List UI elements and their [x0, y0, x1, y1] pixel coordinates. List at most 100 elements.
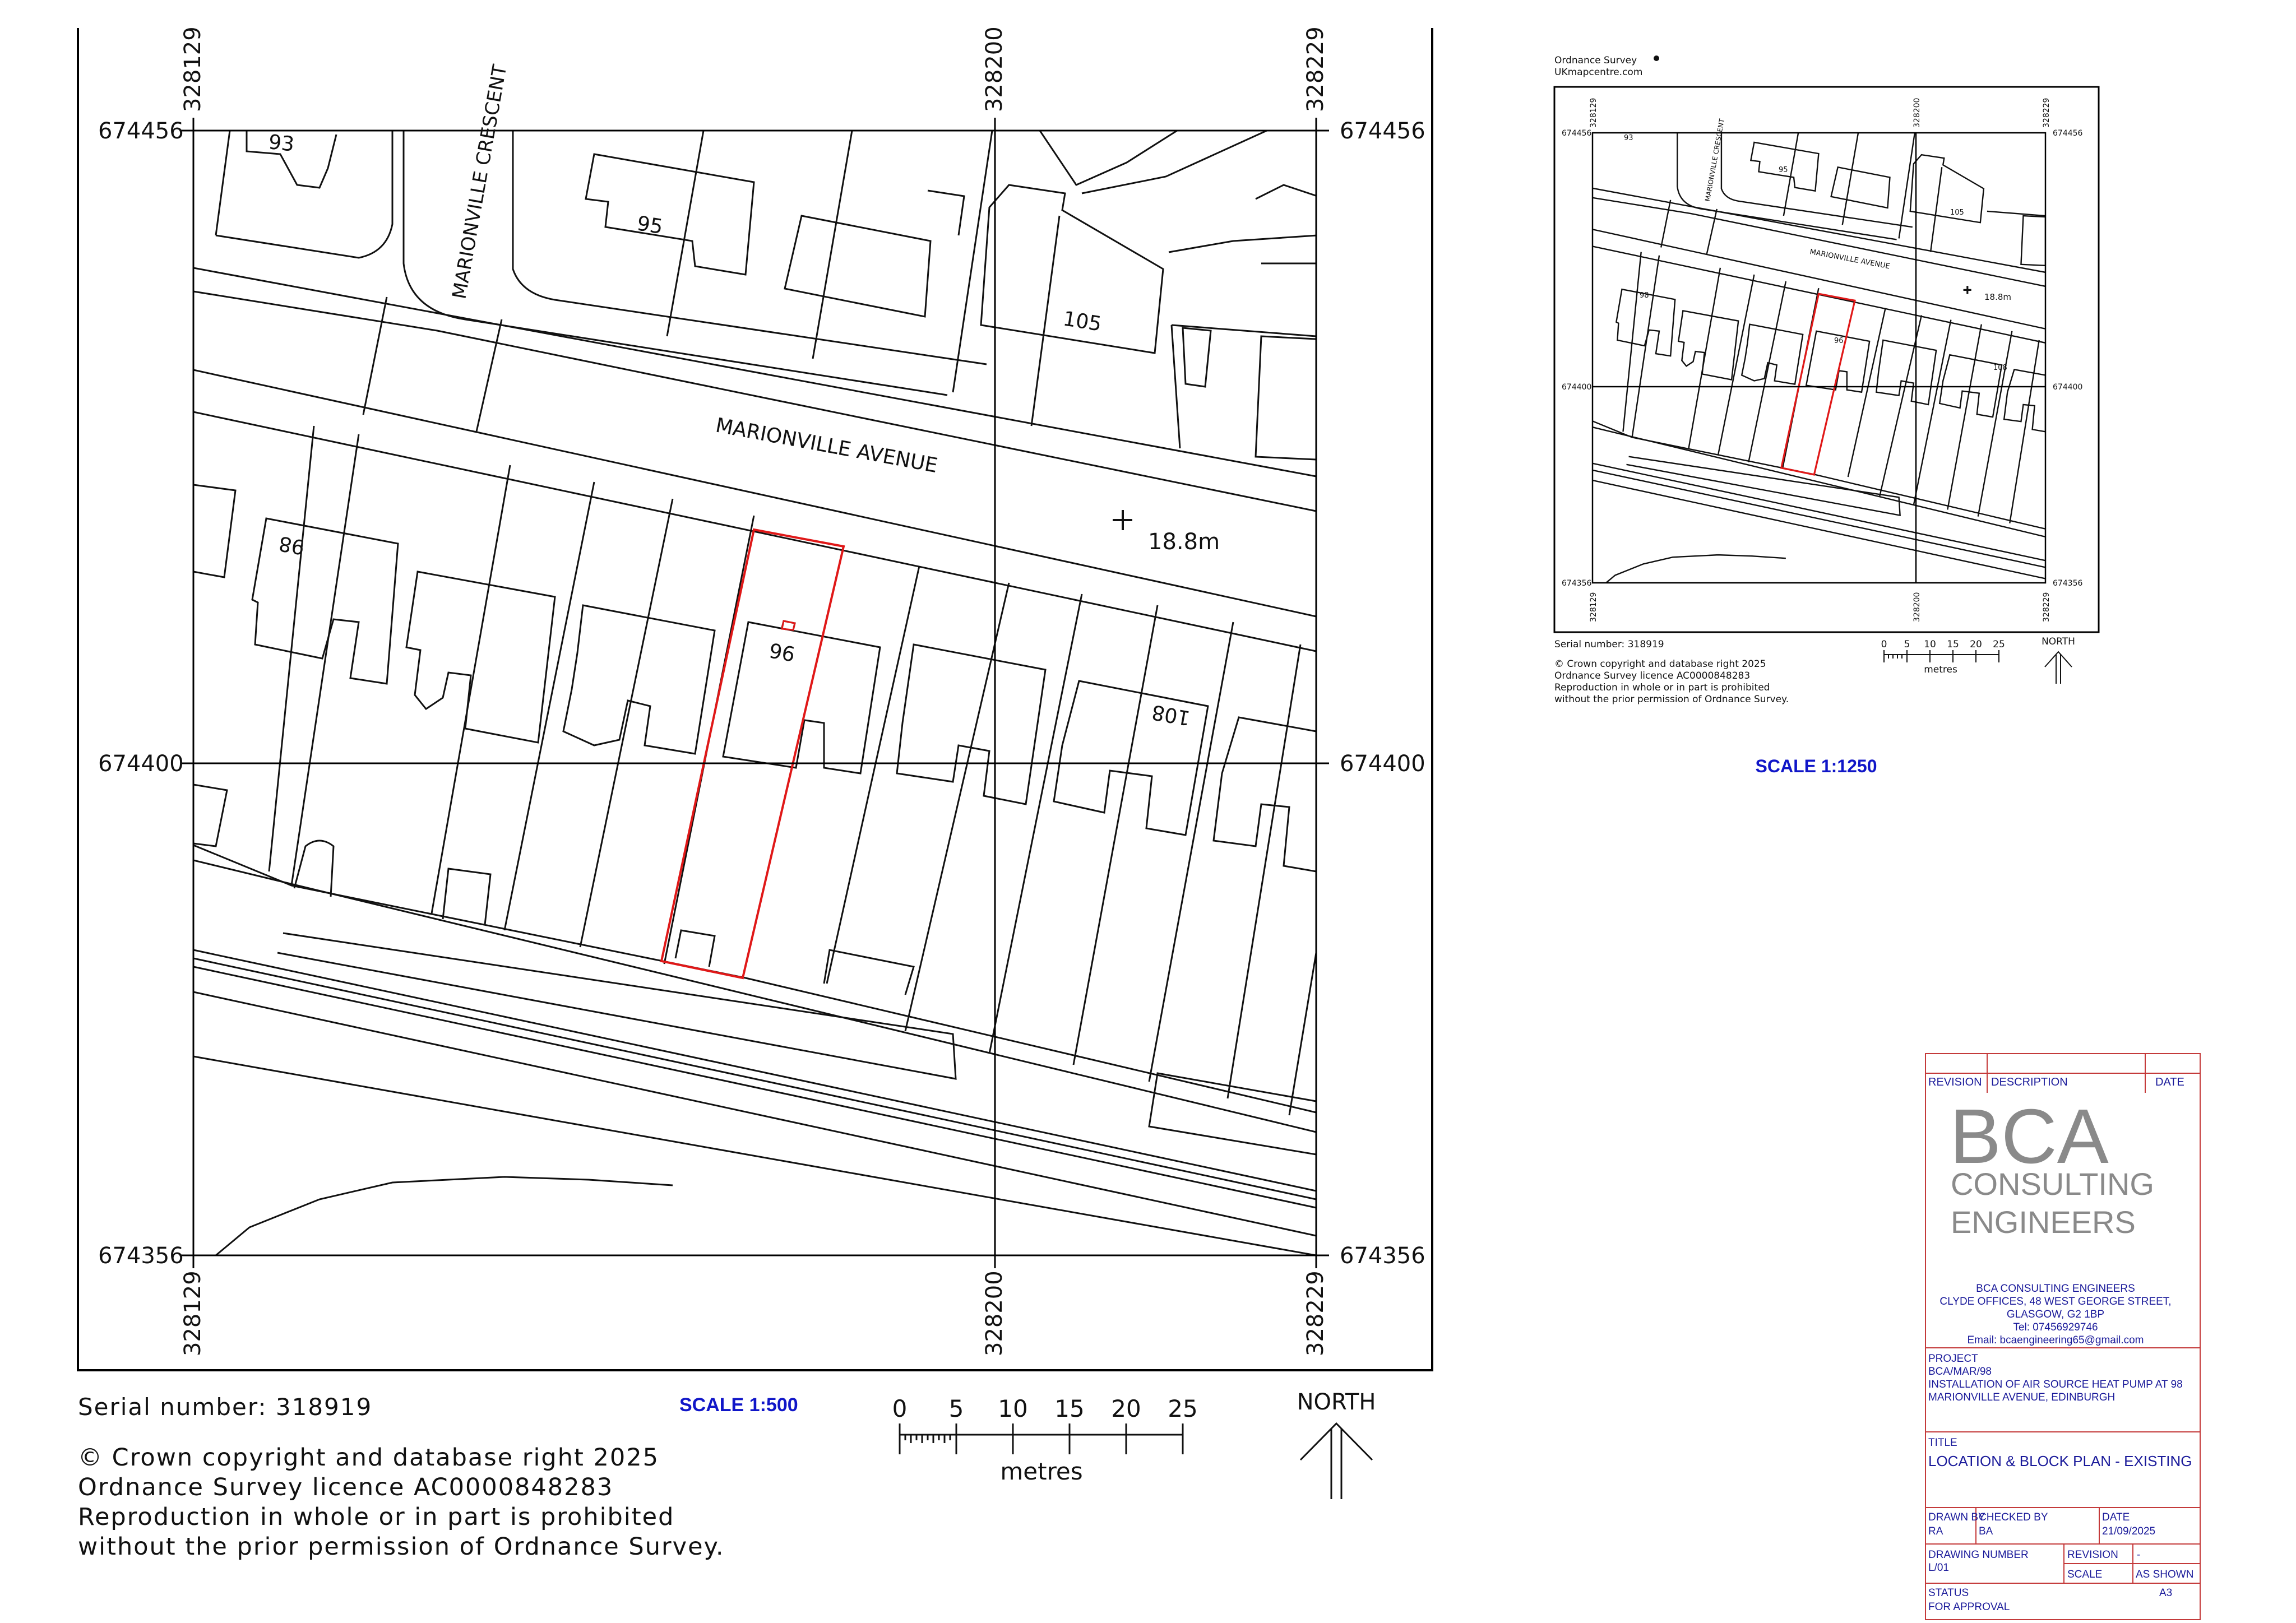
building [442, 868, 492, 925]
drawing-number-label: DRAWING NUMBER [1928, 1549, 2029, 1561]
inset-house-93: 93 [1624, 134, 1633, 142]
tb-header-date: DATE [2155, 1076, 2184, 1088]
date-label: DATE [2102, 1511, 2130, 1523]
copyright-line-1: © Crown copyright and database right 202… [78, 1444, 659, 1472]
building [823, 949, 915, 995]
inset-northing-left-bottom: 674356 [1562, 579, 1592, 588]
scale-tick-15: 15 [1054, 1395, 1084, 1422]
road-edge [475, 319, 503, 432]
north-arrow-icon [1299, 1422, 1373, 1499]
street-label-crescent: MARIONVILLE CRESCENT [448, 63, 511, 300]
plot-line [666, 131, 705, 337]
inset-scale-0: 0 [1881, 639, 1887, 650]
easting-top-right: 328229 [1303, 26, 1328, 112]
building [784, 215, 932, 318]
status-label: STATUS [1928, 1587, 1969, 1599]
scale-tick-10: 10 [998, 1395, 1027, 1422]
road-edge [193, 369, 1316, 618]
house-number-96: 96 [767, 638, 797, 665]
road-edge [193, 1055, 1316, 1255]
plot-line [290, 434, 360, 886]
inset-scale-bar [1883, 650, 1999, 662]
building-96 [722, 621, 881, 775]
grid-ticks [180, 118, 1329, 1268]
inset-easting-top-right: 328229 [2042, 98, 2051, 128]
logo-consulting: CONSULTING [1951, 1166, 2154, 1202]
inset-copyright-2: Ordnance Survey licence AC0000848283 [1554, 670, 1750, 681]
company-tel: Tel: 07456929746 [2013, 1321, 2098, 1333]
copyright-line-4: without the prior permission of Ordnance… [78, 1533, 725, 1561]
building [1255, 184, 1316, 200]
northing-right-bottom: 674356 [1340, 1243, 1425, 1269]
plot-line [1170, 324, 1181, 449]
embankment [215, 1176, 673, 1255]
easting-bottom-right: 328229 [1303, 1270, 1328, 1356]
project-ref: BCA/MAR/98 [1928, 1366, 1992, 1378]
checked-by-label: CHECKED BY [1979, 1511, 2048, 1523]
scale-tick-25: 25 [1168, 1395, 1197, 1422]
plot-line [904, 582, 1010, 1032]
inset-header-2: UKmapcentre.com [1554, 67, 1642, 78]
building [193, 484, 237, 578]
northing-left-top: 674456 [98, 118, 184, 144]
main-map: 328129 328200 328229 328129 328200 32822… [77, 26, 1433, 1561]
inset-house-95: 95 [1779, 166, 1788, 174]
building [562, 604, 716, 755]
inset-scale-20: 20 [1970, 639, 1982, 650]
inset-north-label: NORTH [2042, 636, 2075, 647]
platform [1148, 1072, 1316, 1156]
road-edge [193, 290, 1316, 512]
building [1171, 324, 1316, 337]
inset-easting-bottom-left: 328129 [1589, 592, 1598, 622]
plot-line [1030, 215, 1061, 426]
inset-northing-left-mid: 674400 [1562, 383, 1591, 392]
inset-copyright-3: Reproduction in whole or in part is proh… [1554, 682, 1770, 693]
building [1182, 327, 1212, 388]
inset-northing-right-top: 674456 [2053, 129, 2083, 138]
inset-copyright-1: © Crown copyright and database right 202… [1554, 659, 1766, 670]
building [674, 929, 716, 967]
building [1255, 335, 1316, 461]
plot-line [1226, 644, 1302, 1099]
easting-top-left: 328129 [180, 26, 206, 112]
northing-left-mid: 674400 [98, 751, 184, 777]
sheet-size: A3 [2159, 1587, 2172, 1599]
house-number-98: 98 [277, 531, 306, 558]
plot-line [988, 593, 1083, 1054]
scale-unit: metres [1000, 1458, 1082, 1485]
road-edge [193, 844, 1316, 1114]
inset-easting-top-left: 328129 [1589, 98, 1598, 128]
inset-scale-10: 10 [1924, 639, 1936, 650]
project-line-1: INSTALLATION OF AIR SOURCE HEAT PUMP AT … [1928, 1379, 2183, 1390]
inset-easting-bottom-right: 328229 [2042, 592, 2051, 622]
easting-bottom-left: 328129 [180, 1270, 206, 1356]
road-edge [193, 949, 1316, 1192]
road-edge [512, 131, 987, 365]
drawing-number-value: L/01 [1928, 1562, 1949, 1574]
road-edge [193, 991, 1316, 1237]
house-number-108: 108 [1150, 700, 1192, 729]
inset-header-1: Ordnance Survey [1554, 55, 1637, 66]
inset-copyright-4: without the prior permission of Ordnance… [1554, 694, 1789, 705]
spot-height: 18.8m [1148, 529, 1220, 555]
building [896, 643, 1047, 805]
northing-right-mid: 674400 [1340, 751, 1425, 777]
plot-line [430, 465, 511, 914]
plot-line [812, 131, 853, 359]
inset-street-crescent: MARIONVILLE CRESCENT [1704, 118, 1726, 202]
plot-line [1072, 605, 1159, 1065]
map-features [193, 131, 1316, 1255]
serial-number: Serial number: 318919 [78, 1393, 372, 1421]
easting-bottom-mid: 328200 [982, 1270, 1007, 1356]
main-map-frame [77, 28, 1433, 1371]
inset-northing-right-bottom: 674356 [2053, 579, 2083, 588]
revision-value: - [2137, 1549, 2140, 1561]
tb-header-description: DESCRIPTION [1991, 1076, 2068, 1088]
drawn-by-label: DRAWN BY [1928, 1511, 1985, 1523]
scale-label-tb: SCALE [2067, 1569, 2102, 1580]
building-95 [585, 153, 755, 276]
inset-north-arrow-icon [2044, 651, 2072, 684]
street-label-avenue: MARIONVILLE AVENUE [714, 414, 939, 478]
plot-line [215, 131, 394, 259]
building [193, 783, 228, 847]
